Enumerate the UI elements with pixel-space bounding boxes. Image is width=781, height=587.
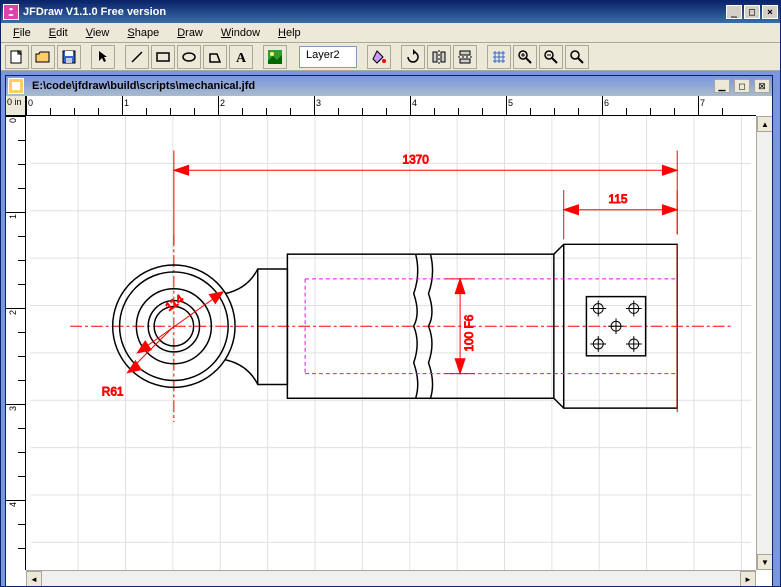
text-button[interactable]: A bbox=[229, 45, 253, 69]
menu-file[interactable]: File bbox=[5, 25, 39, 41]
maximize-button[interactable]: □ bbox=[744, 5, 760, 19]
doc-close-button[interactable]: ⊠ bbox=[754, 79, 770, 93]
menu-draw[interactable]: Draw bbox=[169, 25, 211, 41]
menu-view[interactable]: View bbox=[78, 25, 118, 41]
menu-shape[interactable]: Shape bbox=[119, 25, 167, 41]
canvas[interactable]: 1370 115 bbox=[26, 116, 756, 570]
ruler-origin: 0 in bbox=[6, 96, 26, 116]
ruler-horizontal: 0 1 2 3 4 5 6 7 bbox=[26, 96, 756, 116]
grid bbox=[31, 116, 751, 570]
open-button[interactable] bbox=[31, 45, 55, 69]
java-icon bbox=[3, 4, 19, 20]
dim-100f6-label: 100 F6 bbox=[462, 314, 476, 351]
fill-button[interactable] bbox=[367, 45, 391, 69]
rectangle-button[interactable] bbox=[151, 45, 175, 69]
drawing-area: 0 in 0 1 2 3 4 5 6 7 0 1 2 3 4 bbox=[6, 96, 772, 586]
toolbar: A Layer2 bbox=[1, 43, 780, 71]
title-text: JFDraw V1.1.0 Free version bbox=[23, 6, 726, 18]
scroll-right-button[interactable]: ► bbox=[740, 571, 756, 586]
minimize-button[interactable]: _ bbox=[726, 5, 742, 19]
document-window: E:\code\jfdraw\build\scripts\mechanical.… bbox=[5, 75, 773, 586]
scroll-v-track[interactable] bbox=[757, 132, 772, 554]
close-button[interactable]: × bbox=[762, 5, 778, 19]
dim-1370: 1370 bbox=[174, 151, 677, 245]
menu-help[interactable]: Help bbox=[270, 25, 309, 41]
zoom-fit-button[interactable] bbox=[565, 45, 589, 69]
titlebar[interactable]: JFDraw V1.1.0 Free version _ □ × bbox=[1, 1, 780, 23]
scroll-h-track[interactable] bbox=[42, 571, 740, 586]
save-button[interactable] bbox=[57, 45, 81, 69]
dim-r61-label: R61 bbox=[102, 384, 124, 398]
layer-selector[interactable]: Layer2 bbox=[299, 46, 357, 68]
ellipse-button[interactable] bbox=[177, 45, 201, 69]
flip-h-button[interactable] bbox=[427, 45, 451, 69]
doc-path: E:\code\jfdraw\build\scripts\mechanical.… bbox=[32, 80, 710, 92]
doc-icon bbox=[8, 78, 24, 94]
polygon-button[interactable] bbox=[203, 45, 227, 69]
doc-titlebar[interactable]: E:\code\jfdraw\build\scripts\mechanical.… bbox=[6, 76, 772, 96]
dim-1370-label: 1370 bbox=[403, 152, 430, 166]
dim-115-label: 115 bbox=[609, 192, 628, 206]
pointer-button[interactable] bbox=[91, 45, 115, 69]
image-button[interactable] bbox=[263, 45, 287, 69]
new-button[interactable] bbox=[5, 45, 29, 69]
mdi-area: E:\code\jfdraw\build\scripts\mechanical.… bbox=[1, 71, 780, 586]
svg-text:A: A bbox=[236, 51, 247, 65]
doc-max-button[interactable]: ◻ bbox=[734, 79, 750, 93]
line-button[interactable] bbox=[125, 45, 149, 69]
app-window: JFDraw V1.1.0 Free version _ □ × File Ed… bbox=[0, 0, 781, 587]
dim-114: 114 bbox=[137, 291, 223, 353]
dim-114-label: 114 bbox=[163, 291, 187, 314]
menu-edit[interactable]: Edit bbox=[41, 25, 76, 41]
dim-115: 115 bbox=[564, 190, 678, 239]
grid-button[interactable] bbox=[487, 45, 511, 69]
doc-min-button[interactable]: ▁ bbox=[714, 79, 730, 93]
scroll-left-button[interactable]: ◄ bbox=[26, 571, 42, 586]
menubar: File Edit View Shape Draw Window Help bbox=[1, 23, 780, 43]
scroll-down-button[interactable]: ▼ bbox=[757, 554, 772, 570]
zoom-out-button[interactable] bbox=[539, 45, 563, 69]
scroll-up-button[interactable]: ▲ bbox=[757, 116, 772, 132]
scrollbar-h[interactable]: ◄ ► bbox=[26, 570, 756, 586]
flip-v-button[interactable] bbox=[453, 45, 477, 69]
rotate-button[interactable] bbox=[401, 45, 425, 69]
ruler-vertical: 0 1 2 3 4 bbox=[6, 116, 26, 570]
zoom-in-button[interactable] bbox=[513, 45, 537, 69]
scrollbar-v[interactable]: ▲ ▼ bbox=[756, 116, 772, 570]
menu-window[interactable]: Window bbox=[213, 25, 268, 41]
